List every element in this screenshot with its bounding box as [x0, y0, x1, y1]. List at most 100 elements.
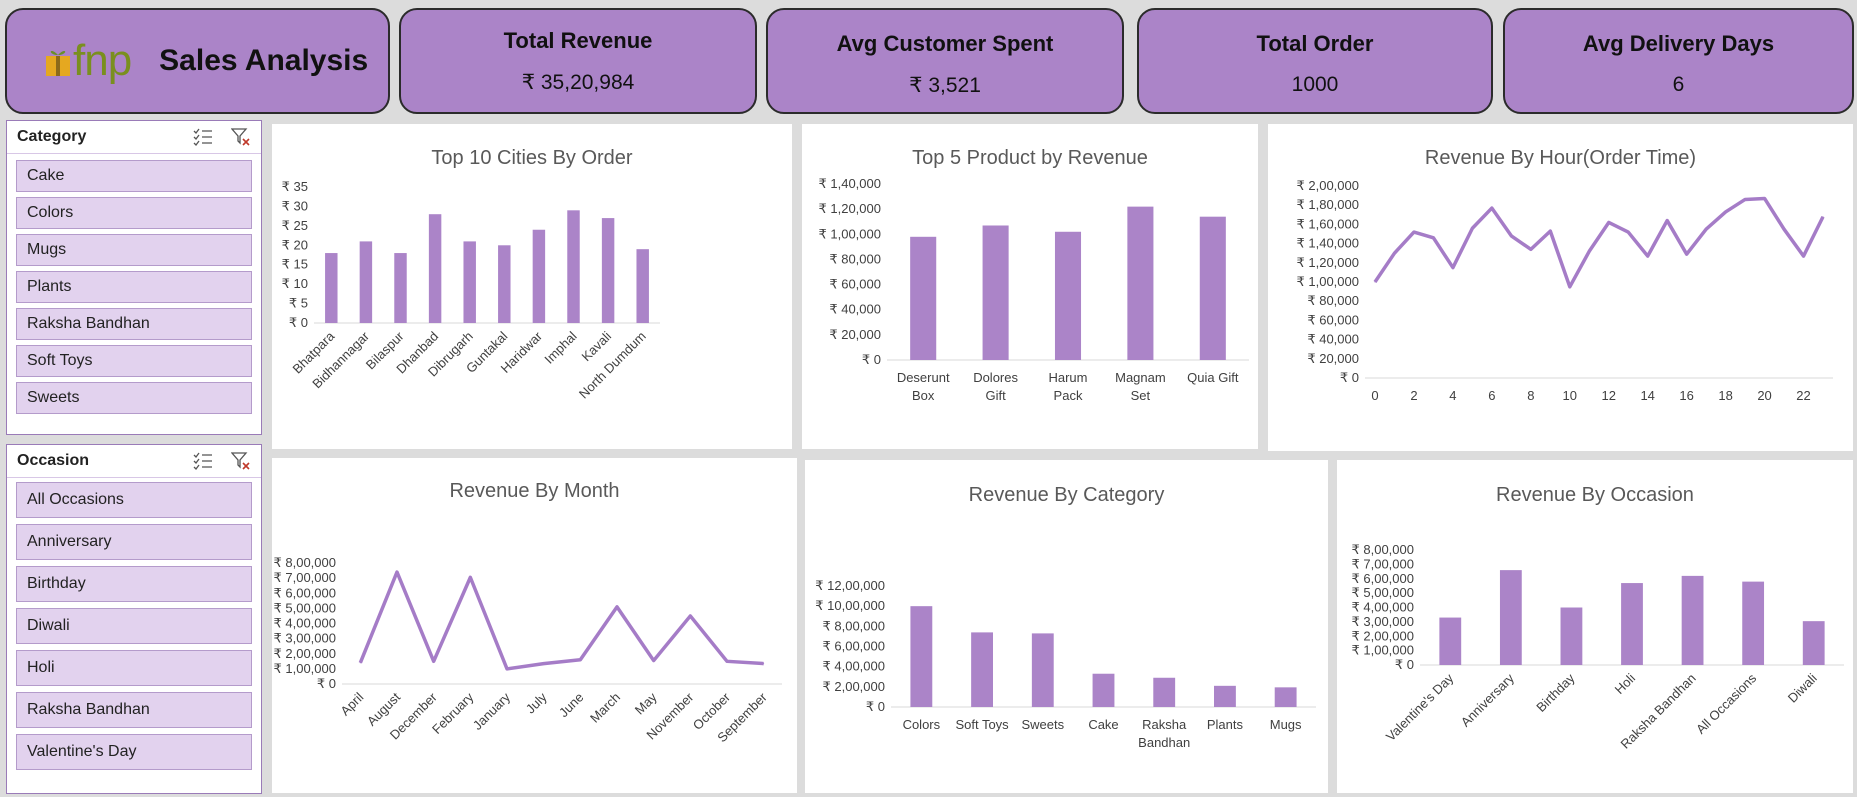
multi-select-icon[interactable]: [193, 128, 213, 146]
clear-filter-icon[interactable]: [231, 452, 251, 470]
slicer-item-cake[interactable]: Cake: [16, 160, 252, 192]
y-tick-label: ₹ 4,00,000: [823, 659, 886, 674]
data-point: [1471, 227, 1473, 229]
slicer-header: Category: [7, 121, 261, 154]
data-point: [1530, 248, 1532, 250]
bar: [1214, 685, 1236, 707]
slicer-item-all-occasions[interactable]: All Occasions: [16, 482, 252, 518]
y-tick-label: ₹ 2,00,000: [1297, 178, 1360, 193]
x-tick-label: 14: [1640, 388, 1654, 403]
y-tick-label: ₹ 1,20,000: [1297, 255, 1360, 270]
y-tick-label: ₹ 15: [282, 257, 308, 272]
data-point: [1686, 253, 1688, 255]
bar: [1742, 581, 1765, 665]
slicer-item-anniversary[interactable]: Anniversary: [16, 524, 252, 560]
slicer-item-valentines-day[interactable]: Valentine's Day: [16, 734, 252, 770]
x-tick-label: 0: [1371, 388, 1378, 403]
slicer-item-colors[interactable]: Colors: [16, 197, 252, 229]
y-tick-label: ₹ 0: [289, 315, 308, 330]
chart-svg: Top 10 Cities By Order ₹ 0 ₹ 5 ₹ 10 ₹ 15 ₹ 20…: [282, 147, 660, 401]
chart-svg: Revenue By Month₹ 0₹ 1,00,000₹ 2,00,000₹…: [274, 480, 782, 745]
data-point: [1569, 286, 1571, 288]
slicer-item-holi[interactable]: Holi: [16, 650, 252, 686]
bar: [910, 236, 937, 360]
slicer-item-raksha-bandhan[interactable]: Raksha Bandhan: [16, 308, 252, 340]
bar: [1560, 607, 1583, 665]
y-tick-label: ₹ 4,00,000: [1352, 600, 1415, 615]
x-tick-label: 18: [1718, 388, 1732, 403]
chart-svg: Revenue By Occasion ₹ 0₹ 1,00,000₹ 2,00,0…: [1352, 484, 1844, 752]
slicer-item-raksha-bandhan[interactable]: Raksha Bandhan: [16, 692, 252, 728]
y-tick-label: ₹ 80,000: [1307, 293, 1359, 308]
bar: [636, 249, 649, 323]
y-tick-label: ₹ 1,00,000: [1297, 274, 1360, 289]
x-tick-label: 2: [1410, 388, 1417, 403]
bar: [1621, 583, 1643, 665]
kpi-total-revenue: Total Revenue ₹ 35,20,984: [399, 8, 757, 114]
chart-title: Revenue By Hour(Order Time): [1425, 147, 1696, 169]
x-tick-label: Harum: [1048, 370, 1087, 385]
x-tick-label: 6: [1488, 388, 1495, 403]
x-tick-label: 8: [1527, 388, 1534, 403]
bar: [1054, 231, 1082, 360]
data-point: [1452, 267, 1454, 269]
y-tick-label: ₹ 0: [317, 676, 336, 691]
slicer-icons: [193, 452, 251, 470]
multi-select-icon[interactable]: [193, 452, 213, 470]
y-tick-label: ₹ 1,60,000: [1297, 216, 1360, 231]
y-tick-label: ₹ 60,000: [829, 277, 881, 292]
kpi-title: Total Revenue: [503, 28, 653, 53]
data-point: [506, 668, 508, 670]
data-point: [1666, 220, 1668, 222]
chart-svg: Revenue By Category ₹ 0 ₹ 2,00,000 ₹ 4,00,0…: [815, 484, 1316, 750]
chart-top-cities: Top 10 Cities By Order ₹ 0 ₹ 5 ₹ 10 ₹ 15 ₹ 20…: [272, 124, 792, 449]
y-tick-label: ₹ 10,00,000: [815, 598, 885, 613]
x-tick-label: January: [470, 689, 514, 733]
y-tick-label: ₹ 1,20,000: [819, 201, 882, 216]
x-tick-label: Bandhan: [1138, 735, 1190, 750]
data-point: [1491, 207, 1493, 209]
bar: [325, 253, 338, 323]
x-tick-label: Diwali: [1785, 670, 1820, 705]
x-tick-label: Dolores: [973, 370, 1018, 385]
logo-text: fnp: [73, 36, 132, 85]
x-tick-label: 12: [1602, 388, 1616, 403]
bar: [567, 210, 580, 323]
y-tick-label: ₹ 2,00,000: [823, 679, 886, 694]
chart-title: Revenue By Month: [449, 480, 619, 502]
y-tick-label: ₹ 25: [282, 218, 308, 233]
x-tick-label: Mugs: [1270, 717, 1302, 732]
slicer-item-birthday[interactable]: Birthday: [16, 566, 252, 602]
x-tick-label: Magnam: [1115, 370, 1166, 385]
y-tick-label: ₹ 1,00,000: [274, 661, 337, 676]
data-point: [689, 615, 691, 617]
slicer-item-sweets[interactable]: Sweets: [16, 382, 252, 414]
x-tick-label: Set: [1131, 388, 1151, 403]
slicer-item-plants[interactable]: Plants: [16, 271, 252, 303]
y-tick-label: ₹ 35: [282, 179, 308, 194]
slicer-items: All Occasions Anniversary Birthday Diwal…: [7, 478, 261, 770]
slicer-items: Cake Colors Mugs Plants Raksha Bandhan S…: [7, 154, 261, 414]
slicer-item-diwali[interactable]: Diwali: [16, 608, 252, 644]
slicer-item-mugs[interactable]: Mugs: [16, 234, 252, 266]
data-point: [396, 571, 398, 573]
bar: [1499, 570, 1522, 665]
x-tick-label: Quia Gift: [1187, 370, 1239, 385]
slicer-item-soft-toys[interactable]: Soft Toys: [16, 345, 252, 377]
kpi-avg-customer-spent: Avg Customer Spent ₹ 3,521: [766, 8, 1124, 114]
chart-revenue-by-hour: Revenue By Hour(Order Time) ₹ 0 ₹ 20,000 ₹ …: [1268, 124, 1853, 451]
chart-svg: Top 5 Product by Revenue ₹ 0 ₹ 20,000 ₹ 40,…: [819, 147, 1249, 403]
x-tick-label: Sweets: [1021, 717, 1064, 732]
y-tick-label: ₹ 1,40,000: [819, 176, 882, 191]
clear-filter-icon[interactable]: [231, 128, 251, 146]
y-tick-label: ₹ 80,000: [829, 251, 881, 266]
y-tick-label: ₹ 12,00,000: [815, 578, 885, 593]
chart-title: Top 5 Product by Revenue: [912, 147, 1148, 169]
bar: [532, 229, 546, 323]
y-tick-label: ₹ 1,00,000: [819, 226, 882, 241]
x-tick-label: May: [632, 689, 660, 717]
y-tick-label: ₹ 40,000: [1307, 332, 1359, 347]
data-point: [469, 576, 471, 578]
data-point: [1549, 230, 1551, 232]
y-tick-label: ₹ 0: [1340, 370, 1359, 385]
